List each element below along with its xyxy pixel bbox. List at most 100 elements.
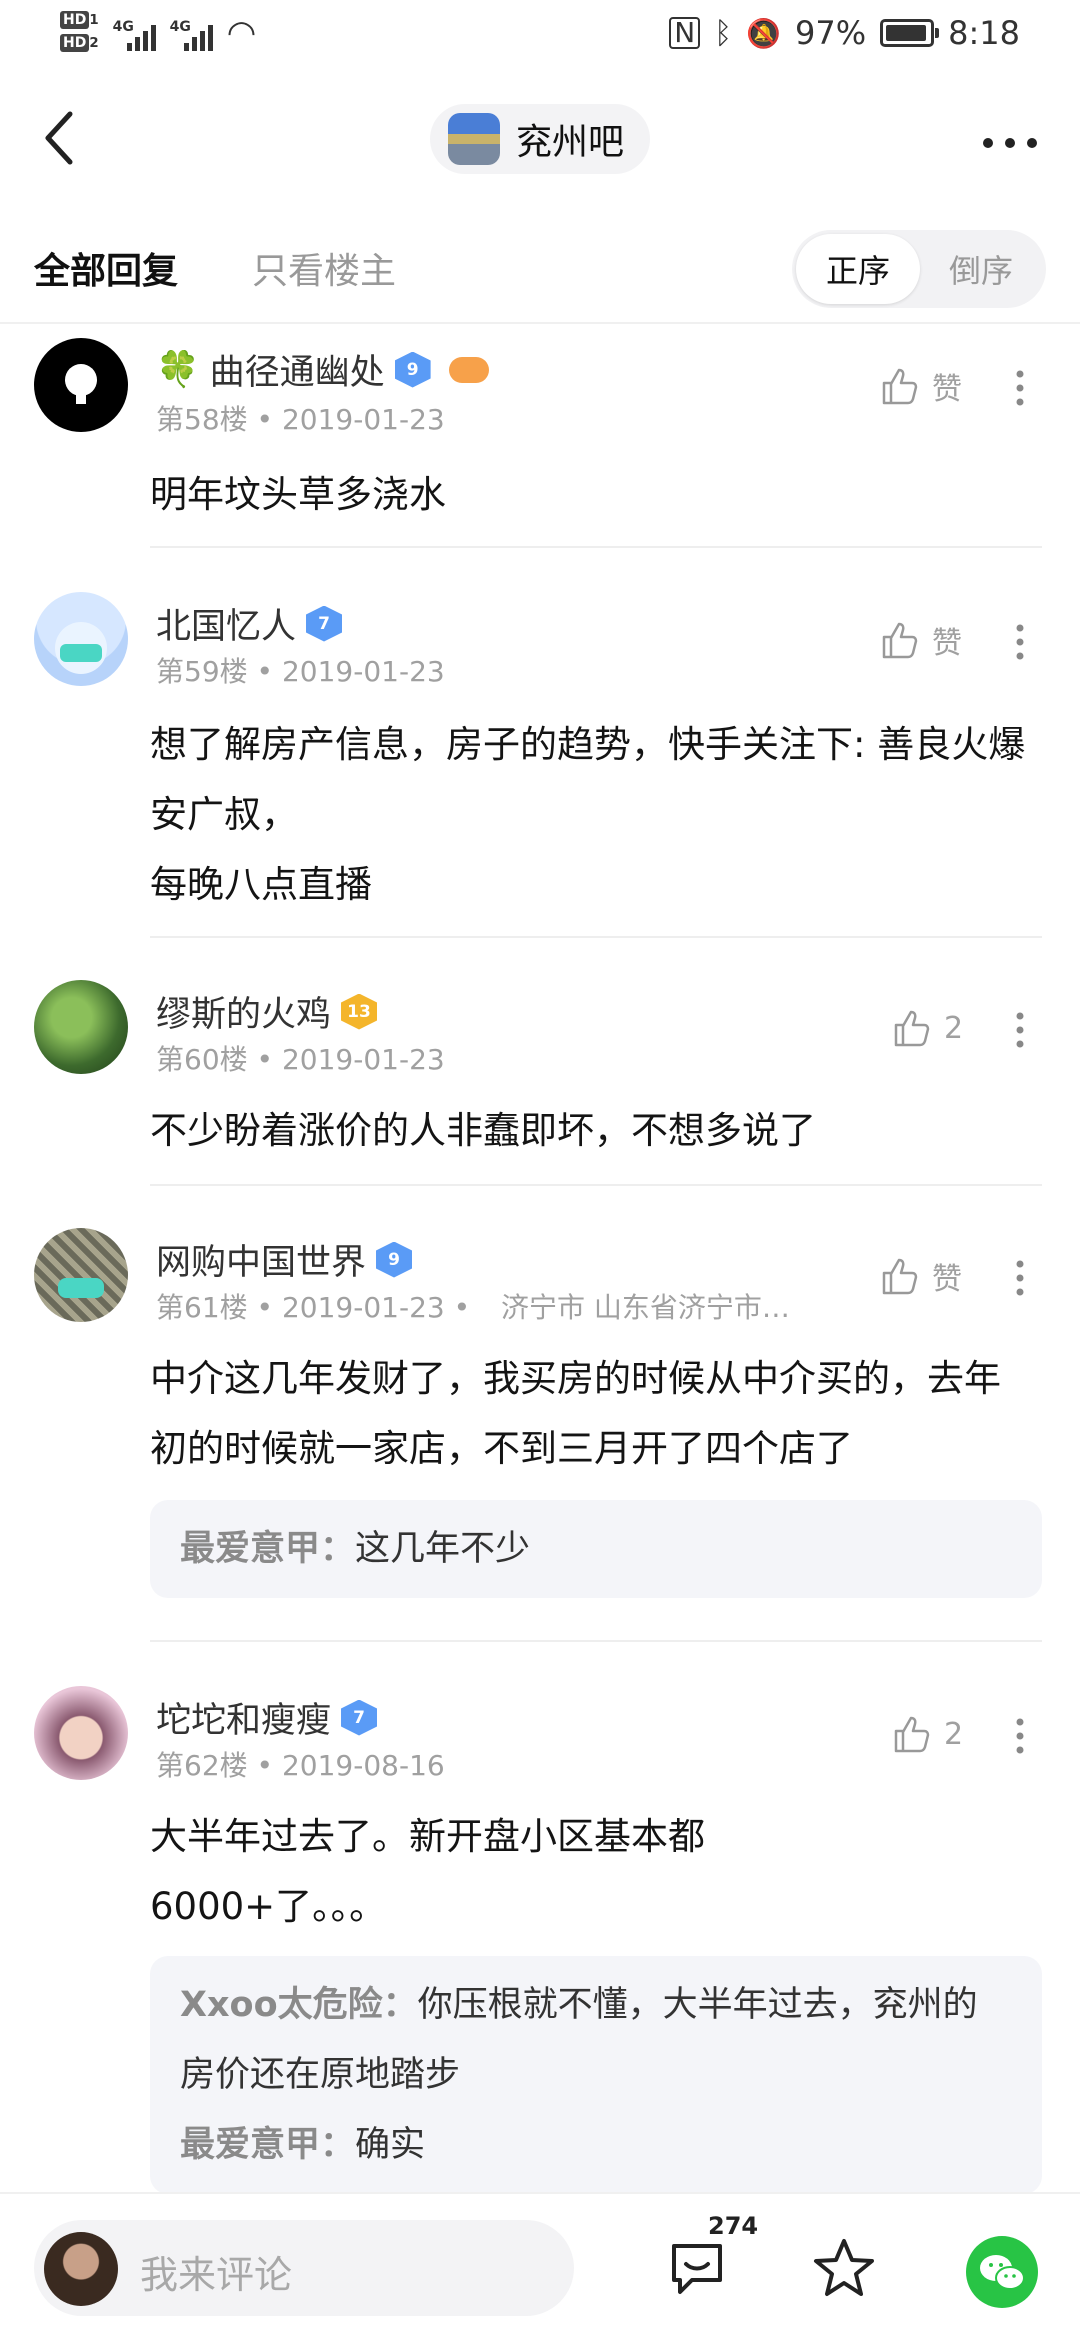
sub-replies[interactable]: 最爱意甲：这几年不少 xyxy=(150,1500,1042,1598)
sub-reply-author[interactable]: 最爱意甲： xyxy=(180,1529,355,1569)
back-button[interactable] xyxy=(40,108,90,168)
thumb-up-icon xyxy=(882,368,918,405)
more-vertical-icon xyxy=(1016,1012,1024,1048)
sub-reply: Xxoo太危险：你压根就不懂，大半年过去，兖州的房价还在原地踏步 xyxy=(180,1970,1012,2110)
avatar[interactable] xyxy=(34,1686,128,1780)
like-button[interactable]: 赞 xyxy=(878,1254,962,1298)
bottom-bar: 我来评论 274 xyxy=(0,2192,1080,2342)
post-item: 缪斯的火鸡 13 第60楼 • 2019-01-23 2 不少盼着涨价的人非蠢即… xyxy=(0,980,1080,1180)
post-more-button[interactable] xyxy=(1014,1010,1026,1057)
my-avatar xyxy=(44,2232,118,2306)
thumb-up-icon xyxy=(894,1010,930,1047)
sort-order-toggle: 正序 倒序 xyxy=(792,230,1046,308)
sub-reply-author[interactable]: 最爱意甲： xyxy=(180,2125,355,2165)
divider xyxy=(150,1184,1042,1186)
signal-icon-1: 4G xyxy=(113,15,156,51)
post-content: 明年坟头草多浇水 xyxy=(150,473,446,516)
avatar[interactable] xyxy=(34,338,128,432)
post-meta: 第61楼 • 2019-01-23 • 济宁市 山东省济宁市… xyxy=(156,1291,790,1324)
like-button[interactable]: 赞 xyxy=(878,364,962,408)
like-button[interactable]: 赞 xyxy=(878,618,962,662)
post-item: 网购中国世界 9 第61楼 • 2019-01-23 • 济宁市 山东省济宁市…… xyxy=(0,1228,1080,1628)
forum-avatar xyxy=(448,113,500,165)
share-wechat-button[interactable] xyxy=(966,2236,1038,2308)
tab-only-op[interactable]: 只看楼主 xyxy=(252,242,396,294)
post-more-button[interactable] xyxy=(1014,1258,1026,1305)
post-content: 大半年过去了。新开盘小区基本都 6000+了。。。 xyxy=(150,1815,705,1928)
sub-replies[interactable]: Xxoo太危险：你压根就不懂，大半年过去，兖州的房价还在原地踏步 最爱意甲：确实 xyxy=(150,1956,1042,2194)
avatar[interactable] xyxy=(34,980,128,1074)
divider xyxy=(150,936,1042,938)
reply-count-badge: 274 xyxy=(708,2212,759,2240)
post-meta: 第62楼 • 2019-08-16 xyxy=(156,1749,445,1782)
username[interactable]: 坨坨和瘦瘦 7 xyxy=(156,1692,378,1743)
post-more-button[interactable] xyxy=(1014,1716,1026,1763)
avatar[interactable] xyxy=(34,592,128,686)
signal-icon-2: 4G xyxy=(170,15,213,51)
post-meta: 第60楼 • 2019-01-23 xyxy=(156,1043,445,1076)
more-vertical-icon xyxy=(1016,624,1024,660)
sort-desc-button[interactable]: 倒序 xyxy=(920,234,1042,304)
bluetooth-icon: ᛒ xyxy=(714,15,733,51)
nav-bar: 兖州吧 xyxy=(0,96,1080,186)
username[interactable]: 缪斯的火鸡 13 xyxy=(156,986,378,1037)
sub-reply-author[interactable]: Xxoo太危险： xyxy=(180,1985,418,2025)
comment-placeholder: 我来评论 xyxy=(140,2253,293,2297)
divider xyxy=(150,546,1042,548)
divider xyxy=(0,322,1080,324)
forum-chip[interactable]: 兖州吧 xyxy=(430,104,651,174)
more-vertical-icon xyxy=(1016,1260,1024,1296)
hd2-label: HD xyxy=(60,34,90,52)
more-vertical-icon xyxy=(1016,1718,1024,1754)
post-content: 不少盼着涨价的人非蠢即坏，不想多说了 xyxy=(150,1109,816,1152)
tab-all-replies[interactable]: 全部回复 xyxy=(34,242,178,294)
gamepad-icon xyxy=(448,356,489,383)
clover-icon: 🍀 xyxy=(156,350,200,390)
post-item: 🍀 曲径通幽处 9 第58楼 • 2019-01-23 赞 明年坟头草多浇水 xyxy=(0,338,1080,548)
post-item: 北国忆人 7 第59楼 • 2019-01-23 赞 想了解房产信息，房子的趋势… xyxy=(0,592,1080,922)
status-bar: HD 1 HD 2 4G 4G ◠ N ᛒ 🔕 97% 8:18 xyxy=(0,0,1080,72)
clock: 8:18 xyxy=(948,14,1020,52)
sub-reply-text: 确实 xyxy=(355,2125,426,2165)
level-badge: 9 xyxy=(394,351,431,388)
level-badge: 9 xyxy=(376,1241,413,1278)
like-button[interactable]: 2 xyxy=(890,1712,963,1756)
post-meta: 第58楼 • 2019-01-23 xyxy=(156,403,445,436)
post-meta: 第59楼 • 2019-01-23 xyxy=(156,655,445,688)
more-horizontal-icon xyxy=(983,138,1037,148)
comment-bubble-icon xyxy=(672,2244,722,2294)
forum-name: 兖州吧 xyxy=(516,122,625,163)
divider xyxy=(150,1640,1042,1642)
hd1-label: HD xyxy=(60,11,90,29)
sub-reply: 最爱意甲：这几年不少 xyxy=(180,1514,1012,1584)
reply-filter-bar: 全部回复 只看楼主 正序 倒序 xyxy=(0,230,1080,320)
star-icon xyxy=(814,2239,874,2296)
username[interactable]: 北国忆人 7 xyxy=(156,598,343,649)
sub-reply-text: 这几年不少 xyxy=(355,1529,531,1569)
more-vertical-icon xyxy=(1016,370,1024,406)
post-content: 中介这几年发财了，我买房的时候从中介买的，去年初的时候就一家店，不到三月开了四个… xyxy=(150,1357,1001,1470)
sub-reply: 最爱意甲：确实 xyxy=(180,2110,1012,2180)
level-badge: 7 xyxy=(306,605,343,642)
level-badge: 13 xyxy=(341,993,378,1030)
thumb-up-icon xyxy=(882,1258,918,1295)
chevron-left-icon xyxy=(45,111,73,165)
avatar[interactable] xyxy=(34,1228,128,1322)
battery-icon xyxy=(880,19,940,47)
post-more-button[interactable] xyxy=(1014,622,1026,669)
level-badge: 7 xyxy=(341,1699,378,1736)
post-item: 坨坨和瘦瘦 7 第62楼 • 2019-08-16 2 大半年过去了。新开盘小区… xyxy=(0,1686,1080,2196)
battery-percent: 97% xyxy=(795,14,867,52)
sort-asc-button[interactable]: 正序 xyxy=(796,234,920,304)
wechat-icon xyxy=(980,2255,1025,2290)
username[interactable]: 🍀 曲径通幽处 9 xyxy=(156,344,489,395)
thumb-up-icon xyxy=(894,1716,930,1753)
more-options-button[interactable] xyxy=(980,112,1040,162)
like-button[interactable]: 2 xyxy=(890,1006,963,1050)
username[interactable]: 网购中国世界 9 xyxy=(156,1234,413,1285)
post-content: 想了解房产信息，房子的趋势，快手关注下: 善良火爆安广叔， 每晚八点直播 xyxy=(150,723,1026,906)
thumb-up-icon xyxy=(882,622,918,659)
post-more-button[interactable] xyxy=(1014,368,1026,415)
nfc-icon: N xyxy=(669,17,701,49)
hd-indicators: HD 1 HD 2 xyxy=(60,10,99,56)
